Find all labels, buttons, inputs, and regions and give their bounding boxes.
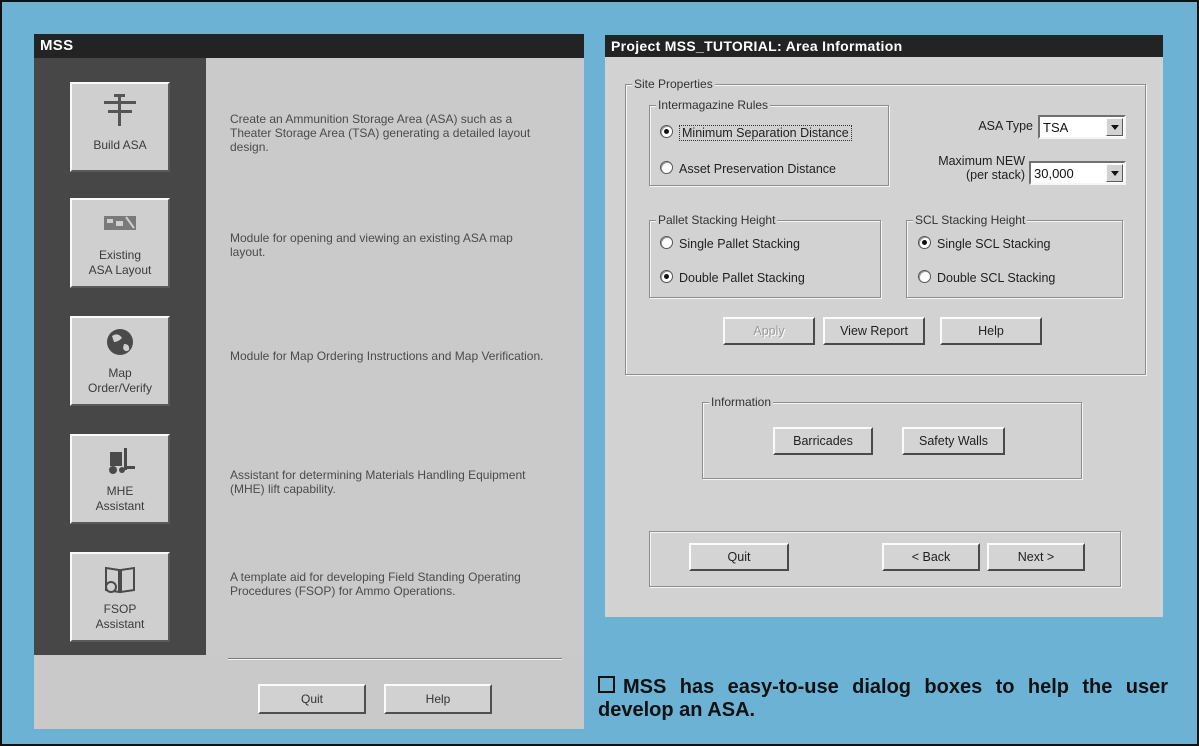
map-order-verify-button[interactable]: Map Order/Verify: [70, 316, 170, 406]
area-information-dialog: Project MSS_TUTORIAL: Area Information S…: [605, 35, 1163, 617]
globe-icon: [107, 329, 133, 355]
maximum-new-select[interactable]: 30,000: [1029, 161, 1126, 185]
forklift-icon: [109, 448, 135, 474]
radio-label: Double SCL Stacking: [937, 271, 1056, 285]
maximum-new-label: Maximum NEW (per stack): [911, 154, 1025, 182]
build-asa-description: Create an Ammunition Storage Area (ASA) …: [230, 112, 531, 154]
asset-preservation-distance-radio[interactable]: Asset Preservation Distance: [660, 161, 836, 176]
apply-button[interactable]: Apply: [723, 317, 815, 345]
pallet-stacking-label: Pallet Stacking Height: [656, 213, 778, 227]
pallet-stacking-group: Pallet Stacking Height: [649, 213, 881, 298]
radio-selected-icon: [660, 125, 673, 138]
caption-text: MSS has easy-to-use dialog boxes to help…: [598, 676, 1168, 721]
double-pallet-stacking-radio[interactable]: Double Pallet Stacking: [660, 270, 805, 285]
asa-type-select[interactable]: TSA: [1038, 115, 1126, 139]
maximum-new-value: 30,000: [1034, 166, 1074, 181]
scl-stacking-group: SCL Stacking Height: [906, 213, 1123, 298]
information-group: Information: [702, 395, 1082, 479]
radio-label: Asset Preservation Distance: [679, 162, 837, 176]
maximum-new-label-line2: (per stack): [965, 168, 1025, 182]
figure-caption: MSS has easy-to-use dialog boxes to help…: [598, 676, 1168, 722]
map-layout-icon: [104, 216, 136, 230]
radio-label: Single Pallet Stacking: [679, 237, 800, 251]
safety-walls-button[interactable]: Safety Walls: [902, 427, 1005, 455]
radio-label: Single SCL Stacking: [937, 237, 1051, 251]
dialog-title-bar: Project MSS_TUTORIAL: Area Information: [605, 35, 1163, 57]
book-icon: [105, 566, 135, 594]
radio-icon: [660, 236, 673, 249]
module-label: Map Order/Verify: [87, 366, 153, 395]
view-report-button[interactable]: View Report: [823, 317, 925, 345]
asa-type-value: TSA: [1043, 120, 1069, 135]
map-order-verify-description: Module for Map Ordering Instructions and…: [230, 349, 544, 363]
existing-asa-layout-description: Module for opening and viewing an existi…: [230, 231, 513, 259]
radio-label: Double Pallet Stacking: [679, 271, 805, 285]
module-descriptions: Create an Ammunition Storage Area (ASA) …: [206, 58, 584, 655]
divider: [228, 658, 562, 660]
radio-icon: [660, 161, 673, 174]
next-button[interactable]: Next >: [987, 543, 1085, 571]
scl-stacking-label: SCL Stacking Height: [913, 213, 1028, 227]
barricades-button[interactable]: Barricades: [773, 427, 873, 455]
back-button[interactable]: < Back: [882, 543, 980, 571]
dialog-help-button[interactable]: Help: [940, 317, 1042, 345]
minimum-separation-distance-radio[interactable]: Minimum Separation Distance: [660, 125, 852, 141]
mhe-assistant-description: Assistant for determining Materials Hand…: [230, 468, 526, 496]
maximum-new-label-line1: Maximum NEW: [938, 154, 1025, 168]
double-scl-stacking-radio[interactable]: Double SCL Stacking: [918, 270, 1055, 285]
site-properties-label: Site Properties: [632, 77, 715, 91]
module-sidebar: Build ASA Existing ASA Layout Map Order/Ve…: [34, 58, 206, 655]
asa-type-label: ASA Type: [978, 119, 1033, 133]
chevron-down-icon[interactable]: [1106, 118, 1123, 136]
mss-title-bar: MSS: [34, 34, 584, 58]
existing-asa-layout-button[interactable]: Existing ASA Layout: [70, 198, 170, 288]
module-label: MHE Assistant: [95, 484, 145, 513]
information-label: Information: [709, 395, 774, 409]
mhe-assistant-button[interactable]: MHE Assistant: [70, 434, 170, 524]
build-asa-button[interactable]: Build ASA: [70, 82, 170, 172]
radio-selected-icon: [660, 270, 673, 283]
single-pallet-stacking-radio[interactable]: Single Pallet Stacking: [660, 236, 800, 251]
intermagazine-rules-label: Intermagazine Rules: [656, 98, 771, 112]
module-label: FSOP Assistant: [95, 602, 145, 631]
radio-selected-icon: [918, 236, 931, 249]
module-label: Build ASA: [93, 138, 147, 152]
single-scl-stacking-radio[interactable]: Single SCL Stacking: [918, 236, 1051, 251]
mss-window: MSS Build ASA Existing ASA Layout Map Or…: [34, 34, 584, 729]
radio-label: Minimum Separation Distance: [679, 125, 852, 141]
checkbox-square-icon: [598, 676, 615, 693]
radio-icon: [918, 270, 931, 283]
module-label: Existing ASA Layout: [88, 248, 152, 277]
mss-help-button[interactable]: Help: [384, 684, 492, 714]
dialog-quit-button[interactable]: Quit: [689, 543, 789, 571]
fsop-assistant-description: A template aid for developing Field Stan…: [230, 570, 521, 598]
chevron-down-icon[interactable]: [1106, 164, 1123, 182]
build-asa-icon: [104, 94, 136, 126]
mss-quit-button[interactable]: Quit: [258, 684, 366, 714]
fsop-assistant-button[interactable]: FSOP Assistant: [70, 552, 170, 642]
